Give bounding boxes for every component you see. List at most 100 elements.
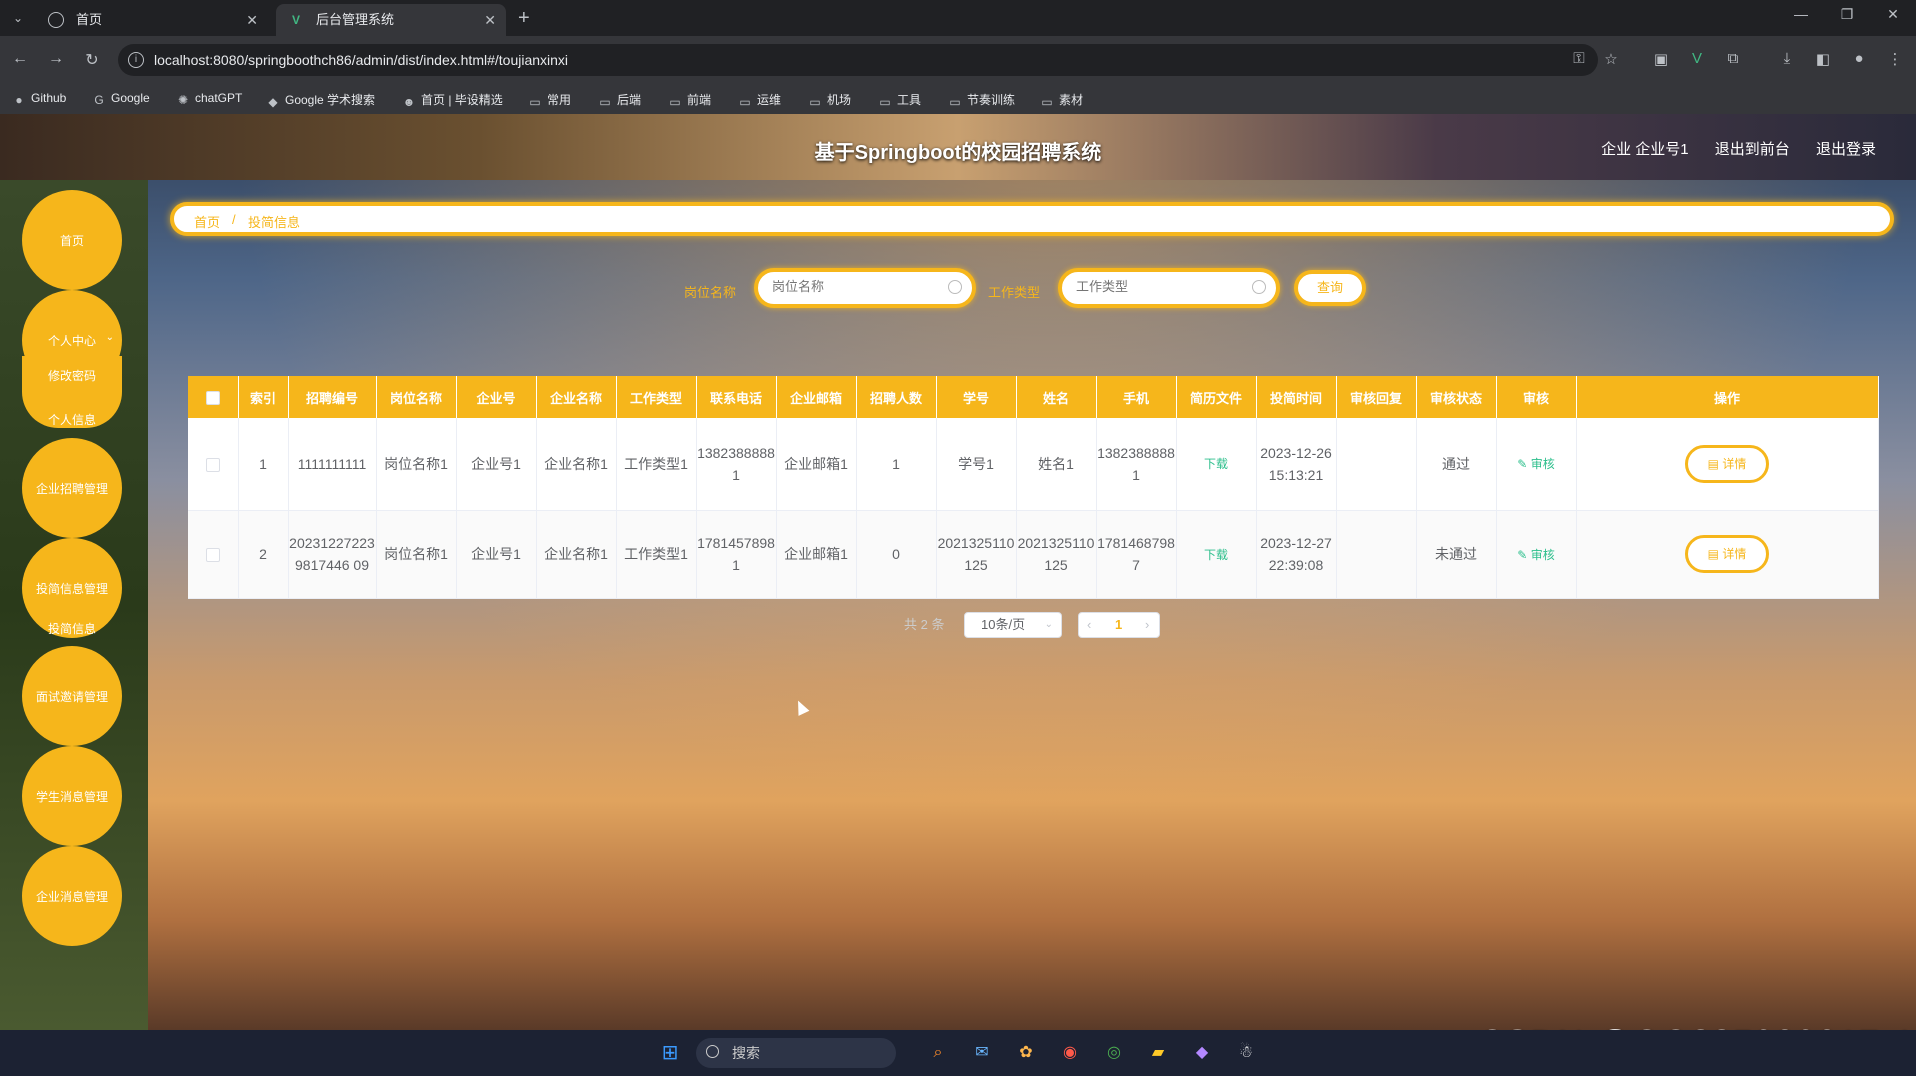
work-type-input[interactable]	[1076, 279, 1246, 294]
next-page-icon[interactable]: ›	[1145, 617, 1149, 632]
cell-company-name: 企业名称1	[536, 418, 617, 511]
breadcrumb-home[interactable]: 首页	[194, 212, 220, 231]
sidebar-item-change-password[interactable]: 修改密码	[22, 367, 122, 384]
close-window-icon[interactable]: ✕	[1878, 6, 1908, 23]
bookmark-label: 运维	[757, 93, 782, 107]
row-checkbox[interactable]	[205, 548, 220, 563]
current-user: 企业 企业号1	[1601, 141, 1689, 158]
bookmark-label: Google	[111, 91, 150, 105]
position-name-input[interactable]	[772, 279, 942, 294]
profile-avatar-icon[interactable]: ●	[1848, 50, 1870, 67]
sidebar-item-label: 首页	[59, 234, 84, 248]
mail-app-icon[interactable]: ✉	[968, 1040, 996, 1066]
chrome-icon[interactable]: ◎	[1100, 1040, 1128, 1066]
breadcrumb: 首页 / 投简信息	[170, 202, 1894, 236]
netease-music-icon[interactable]: ◉	[1056, 1040, 1084, 1066]
vue-devtools-icon[interactable]: V	[1686, 50, 1708, 67]
bookmark-folder-backend[interactable]: ▭ 后端	[598, 91, 641, 109]
detail-button[interactable]: ▤ 详情	[1685, 535, 1769, 573]
bookmark-label: 节奏训练	[967, 93, 1016, 107]
prev-page-icon[interactable]: ‹	[1087, 617, 1091, 632]
detail-button[interactable]: ▤ 详情	[1685, 444, 1769, 483]
search-app-icon[interactable]: ⌕	[924, 1040, 952, 1066]
bookmark-chatgpt[interactable]: ✺ chatGPT	[176, 91, 242, 107]
sidebar-item-company-msg-mgmt[interactable]: 企业消息管理	[22, 846, 122, 946]
back-icon[interactable]: ←	[8, 50, 32, 68]
bookmark-folder-rhythm[interactable]: ▭ 节奏训练	[948, 91, 1015, 109]
windows-start-icon[interactable]: ⊞	[656, 1040, 684, 1066]
cell-action: ▤ 详情	[1576, 510, 1879, 599]
cell-reply	[1336, 510, 1417, 599]
reload-icon[interactable]: ↻	[80, 50, 104, 70]
bookmark-star-icon[interactable]: ☆	[1600, 50, 1622, 68]
bookmark-folder-frontend[interactable]: ▭ 前端	[668, 91, 711, 109]
sidebar-item-student-msg-mgmt[interactable]: 学生消息管理	[22, 746, 122, 846]
position-name-search[interactable]	[754, 268, 976, 308]
cell-email: 企业邮箱1	[776, 510, 857, 599]
new-tab-icon[interactable]: +	[518, 6, 530, 30]
scholar-icon: ◆	[268, 95, 278, 109]
address-bar: ← → ↻ i localhost:8080/springboothch86/a…	[0, 36, 1916, 84]
cell-status: 未通过	[1416, 510, 1497, 599]
bookmark-folder-tools[interactable]: ▭ 工具	[878, 91, 921, 109]
work-type-search[interactable]	[1058, 268, 1280, 308]
taskbar-search[interactable]: 搜索	[696, 1038, 896, 1068]
audit-button[interactable]: ✎ 审核	[1517, 548, 1554, 562]
vue-logo-icon: V	[291, 13, 300, 27]
sidebar-item-delivery-info[interactable]: 投简信息	[22, 620, 122, 637]
extension-screen-icon[interactable]: ▣	[1650, 50, 1672, 68]
back-to-front-link[interactable]: 退出到前台	[1715, 141, 1790, 158]
page-size-select[interactable]: 10条/页 ⌄	[964, 612, 1062, 638]
query-button[interactable]: 查询	[1294, 270, 1366, 306]
row-checkbox[interactable]	[205, 458, 220, 473]
sidebar-item-label: 企业消息管理	[35, 890, 108, 904]
download-resume-link[interactable]: 下载	[1204, 548, 1228, 562]
bookmark-bishe[interactable]: ☻ 首页 | 毕设精选	[402, 91, 503, 109]
bookmark-github[interactable]: ● Github	[12, 91, 66, 107]
sidebar-item-home[interactable]: 首页	[22, 190, 122, 290]
tab-search-dropdown-icon[interactable]: ⌄	[8, 8, 28, 28]
select-all-checkbox[interactable]	[205, 390, 220, 405]
bookmark-folder-common[interactable]: ▭ 常用	[528, 91, 571, 109]
forward-icon[interactable]: →	[44, 50, 68, 68]
sidebar-item-interview-mgmt[interactable]: 面试邀请管理	[22, 646, 122, 746]
close-tab-icon[interactable]: ✕	[246, 4, 258, 36]
sidepanel-icon[interactable]: ◧	[1812, 50, 1834, 68]
bookmark-google[interactable]: G Google	[92, 91, 150, 107]
cell-count: 0	[856, 510, 937, 599]
file-explorer-icon[interactable]: ▰	[1144, 1040, 1172, 1066]
column-header: 姓名	[1016, 376, 1097, 418]
audit-label: 审核	[1530, 457, 1555, 472]
bookmark-folder-airport[interactable]: ▭ 机场	[808, 91, 851, 109]
page-number-current[interactable]: 1	[1115, 617, 1122, 632]
close-tab-icon[interactable]: ✕	[484, 4, 496, 36]
url-input[interactable]: i localhost:8080/springboothch86/admin/d…	[118, 44, 1598, 76]
audit-button[interactable]: ✎ 审核	[1517, 457, 1554, 471]
logout-link[interactable]: 退出登录	[1816, 141, 1876, 158]
intellij-icon[interactable]: ◆	[1188, 1040, 1216, 1066]
extensions-puzzle-icon[interactable]: ⧉	[1722, 50, 1744, 67]
cell-time: 2023-12-26 15:13:21	[1256, 418, 1337, 511]
site-info-icon[interactable]: i	[128, 52, 144, 68]
download-icon[interactable]: ⤓	[1776, 50, 1798, 67]
cell-phone: 13823888881	[696, 418, 777, 511]
bookmark-folder-ops[interactable]: ▭ 运维	[738, 91, 781, 109]
pagination-total: 共 2 条	[904, 617, 945, 632]
password-key-icon[interactable]: ⚿	[1568, 50, 1590, 67]
more-menu-icon[interactable]: ⋮	[1884, 50, 1906, 68]
restore-icon[interactable]: ❐	[1832, 6, 1862, 23]
column-header: 工作类型	[616, 376, 697, 418]
cell-time: 2023-12-27 22:39:08	[1256, 510, 1337, 599]
sidebar-item-recruit-mgmt[interactable]: 企业招聘管理	[22, 438, 122, 538]
qq-icon[interactable]: ☃	[1232, 1040, 1260, 1066]
bookmark-folder-assets[interactable]: ▭ 素材	[1040, 91, 1083, 109]
paint-app-icon[interactable]: ✿	[1012, 1040, 1040, 1066]
sidebar-item-personal-info[interactable]: 个人信息	[22, 411, 122, 428]
minimize-icon[interactable]: —	[1786, 6, 1816, 22]
browser-tab-home[interactable]: 首页 ✕	[36, 4, 268, 36]
row-select-cell	[188, 418, 239, 511]
cell-work-type: 工作类型1	[616, 510, 697, 599]
download-resume-link[interactable]: 下载	[1204, 457, 1228, 471]
bookmark-scholar[interactable]: ◆ Google 学术搜索	[266, 91, 375, 109]
browser-tab-admin[interactable]: V 后台管理系统 ✕	[276, 4, 506, 36]
